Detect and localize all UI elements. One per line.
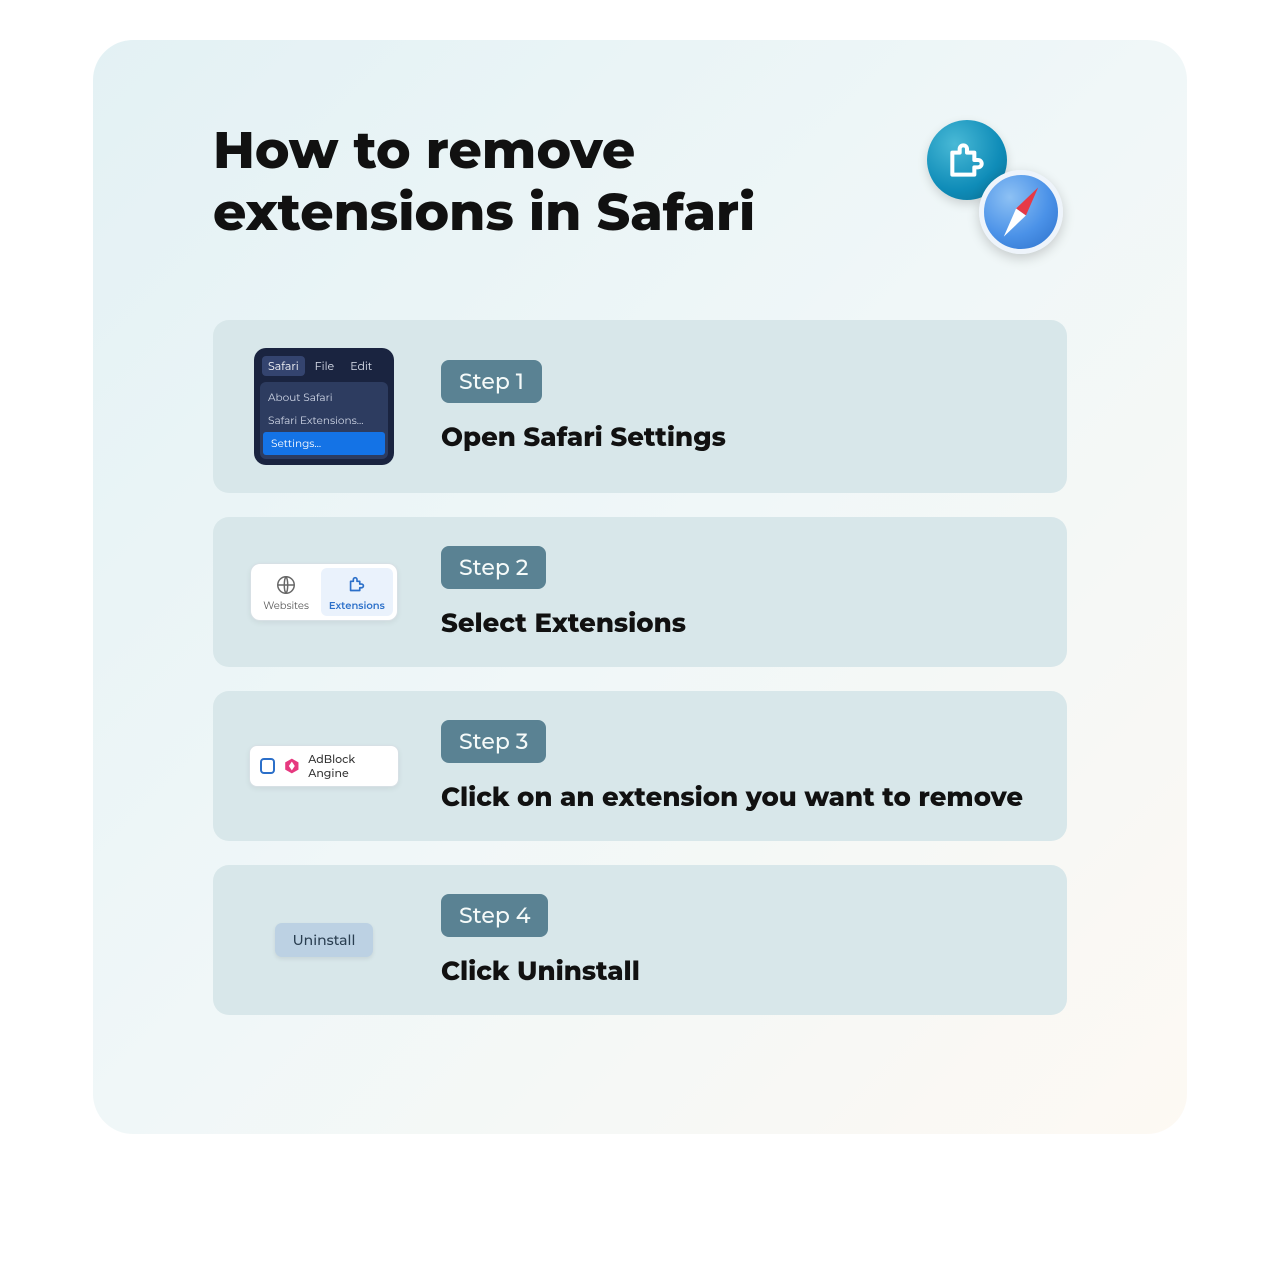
card-header: How to remove extensions in Safari bbox=[213, 120, 1067, 260]
menu-bar-item: Safari bbox=[262, 356, 305, 376]
step-badge: Step 1 bbox=[441, 360, 542, 403]
settings-tabs-illustration: Websites Extensions bbox=[250, 563, 398, 621]
header-icon-group bbox=[927, 120, 1067, 260]
step-illustration: Uninstall bbox=[249, 923, 399, 957]
step-title: Select Extensions bbox=[441, 607, 1031, 639]
tab-label: Websites bbox=[263, 599, 309, 612]
uninstall-button-illustration: Uninstall bbox=[275, 923, 374, 957]
step-illustration: AdBlock Angine bbox=[249, 745, 399, 787]
step-row: Safari File Edit About Safari Safari Ext… bbox=[213, 320, 1067, 493]
extension-name: AdBlock Angine bbox=[308, 752, 388, 780]
step-row: Uninstall Step 4 Click Uninstall bbox=[213, 865, 1067, 1015]
menu-dropdown-item: About Safari bbox=[260, 386, 388, 409]
page-title: How to remove extensions in Safari bbox=[213, 120, 853, 245]
safari-icon bbox=[979, 170, 1063, 254]
steps-list: Safari File Edit About Safari Safari Ext… bbox=[213, 320, 1067, 1015]
globe-icon bbox=[275, 574, 297, 596]
instruction-card: How to remove extensions in Safari S bbox=[93, 40, 1187, 1134]
safari-menu-illustration: Safari File Edit About Safari Safari Ext… bbox=[254, 348, 394, 465]
extension-row-illustration: AdBlock Angine bbox=[249, 745, 399, 787]
step-badge: Step 3 bbox=[441, 720, 546, 763]
step-title: Click on an extension you want to remove bbox=[441, 781, 1031, 813]
menu-bar-item: Edit bbox=[344, 356, 378, 376]
menu-dropdown-item: Safari Extensions... bbox=[260, 409, 388, 432]
step-illustration: Safari File Edit About Safari Safari Ext… bbox=[249, 348, 399, 465]
step-illustration: Websites Extensions bbox=[249, 563, 399, 621]
tab-websites: Websites bbox=[255, 568, 317, 616]
checkbox-icon bbox=[260, 758, 275, 774]
step-title: Open Safari Settings bbox=[441, 421, 1031, 453]
tab-label: Extensions bbox=[329, 599, 385, 612]
tab-extensions: Extensions bbox=[321, 568, 393, 616]
step-badge: Step 2 bbox=[441, 546, 546, 589]
step-row: AdBlock Angine Step 3 Click on an extens… bbox=[213, 691, 1067, 841]
step-row: Websites Extensions Step 2 Select Extens… bbox=[213, 517, 1067, 667]
menu-bar-item: File bbox=[309, 356, 341, 376]
adblock-icon bbox=[283, 756, 301, 776]
menu-dropdown-item-highlighted: Settings... bbox=[263, 432, 385, 455]
step-title: Click Uninstall bbox=[441, 955, 1031, 987]
step-badge: Step 4 bbox=[441, 894, 548, 937]
puzzle-icon bbox=[346, 574, 368, 596]
